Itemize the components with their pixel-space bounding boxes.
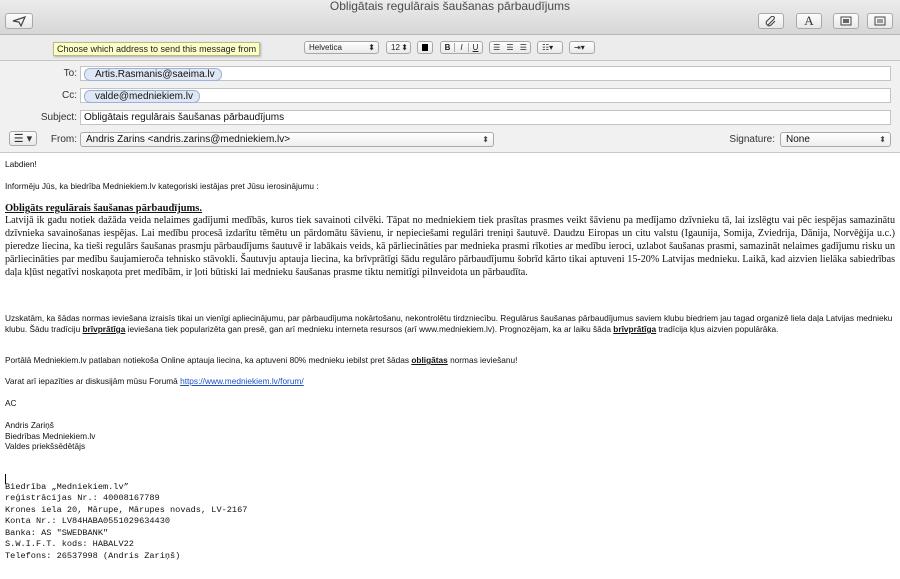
window-title: Obligātais regulārais šaušanas pārbaudīj… <box>329 0 571 13</box>
footer-line: Banka: AS "SWEDBANK" <box>5 528 109 538</box>
cc-field[interactable]: valde@medniekiem.lv <box>80 88 891 103</box>
header-options-button[interactable]: ☰ ▾ <box>9 131 37 146</box>
style-buttons: B I U <box>440 41 483 54</box>
send-icon <box>12 15 26 27</box>
chevron-updown-icon: ⬍ <box>482 135 489 144</box>
font-family-select[interactable]: Helvetica ⬍ <box>304 41 379 54</box>
p2-text-e: tradīcija kļus aizvien populārāka. <box>656 324 779 334</box>
stationery-button[interactable] <box>867 13 893 29</box>
indent-icon: ⇥▾ <box>574 43 585 52</box>
fonts-button[interactable]: A <box>796 13 822 29</box>
signature-select[interactable]: None ⬍ <box>780 132 891 147</box>
cc-token[interactable]: valde@medniekiem.lv <box>84 90 200 103</box>
p2-emph-2: brīvprātīga <box>613 324 657 334</box>
footer-line: Telefons: 26537998 (Andris Zariņš) <box>5 551 181 561</box>
signature-value: None <box>786 134 810 145</box>
photo-icon <box>840 16 852 26</box>
paperclip-icon <box>765 15 776 26</box>
closing: AC <box>5 398 17 408</box>
forum-text: Varat arī iepazīties ar diskusijām mūsu … <box>5 376 181 386</box>
p3-emph: obligātas <box>411 355 448 365</box>
message-header: To: Artis.Rasmanis@saeima.lv Cc: valde@m… <box>0 61 900 153</box>
template-icon <box>874 16 886 26</box>
align-center-icon[interactable]: ☰ <box>506 43 513 52</box>
chevron-updown-icon: ⬍ <box>368 43 375 52</box>
attach-button[interactable] <box>758 13 784 29</box>
menu-icon: ☰ ▾ <box>13 133 33 145</box>
list-icon: ☷▾ <box>542 43 554 52</box>
signature-role: Valdes priekšsēdētājs <box>5 441 86 451</box>
quoted-heading: Obligāts regulārais šaušanas pārbaudījum… <box>5 203 203 214</box>
chevron-updown-icon: ⬍ <box>879 135 886 144</box>
italic-button[interactable]: I <box>454 43 468 52</box>
footer-line: reģistrācijas Nr.: 40008167789 <box>5 493 160 503</box>
quoted-paragraph: Latvijā ik gadu notiek dažāda veida nela… <box>5 215 895 278</box>
font-size-select[interactable]: 12 ⬍ <box>386 41 411 54</box>
align-right-icon[interactable]: ☰ <box>520 43 527 52</box>
p2-text-c: ieviešana tiek popularizēta gan presē, g… <box>125 324 614 334</box>
p3-text-c: normas ieviešanu! <box>447 355 518 365</box>
footer-line: Krones iela 20, Mārupe, Mārupes novads, … <box>5 505 248 515</box>
paragraph-objection: Uzskatām, ka šādas normas ieviešana izra… <box>5 313 895 335</box>
list-button[interactable]: ☷▾ <box>537 41 563 54</box>
font-family-value: Helvetica <box>309 43 342 52</box>
text-color-button[interactable] <box>417 41 433 54</box>
intro-line: Informēju Jūs, ka biedrība Medniekiem.lv… <box>5 181 319 191</box>
footer-line: Biedrība „Medniekiem.lv” <box>5 482 129 492</box>
chevron-updown-icon: ⬍ <box>401 43 408 52</box>
tooltip: Choose which address to send this messag… <box>53 42 261 56</box>
p2-emph-1: brīvprātīga <box>82 324 126 334</box>
alignment-buttons: ☰ ☰ ☰ <box>489 41 531 54</box>
footer-line: S.W.I.F.T. kods: HABALV22 <box>5 539 134 549</box>
from-value: Andris Zarins <andris.zarins@medniekiem.… <box>86 134 291 145</box>
to-label: To: <box>63 68 77 79</box>
footer-line: Konta Nr.: LV84HABA0551029634430 <box>5 516 171 526</box>
forum-link[interactable]: https://www.medniekiem.lv/forum/ <box>180 376 304 386</box>
recipient-token[interactable]: Artis.Rasmanis@saeima.lv <box>84 68 222 81</box>
photo-browser-button[interactable] <box>833 13 859 29</box>
bold-button[interactable]: B <box>441 43 454 52</box>
signature-label: Signature: <box>729 134 775 145</box>
text-cursor <box>5 474 6 484</box>
color-swatch-icon <box>422 44 428 51</box>
from-select[interactable]: Andris Zarins <andris.zarins@medniekiem.… <box>80 132 494 147</box>
align-left-icon[interactable]: ☰ <box>493 43 500 52</box>
from-label: From: <box>50 134 77 145</box>
greeting: Labdien! <box>5 159 37 169</box>
cc-label: Cc: <box>62 90 77 101</box>
p3-text-a: Portālā Medniekiem.lv patlaban notiekoša… <box>5 355 412 365</box>
paragraph-survey: Portālā Medniekiem.lv patlaban notiekoša… <box>5 355 895 366</box>
underline-button[interactable]: U <box>468 43 482 52</box>
indent-button[interactable]: ⇥▾ <box>569 41 595 54</box>
paragraph-forum: Varat arī iepazīties ar diskusijām mūsu … <box>5 376 895 387</box>
signature-name: Andris Zariņš <box>5 420 54 430</box>
font-size-value: 12 <box>391 43 400 52</box>
window-titlebar: Obligātais regulārais šaušanas pārbaudīj… <box>0 0 900 35</box>
subject-label: Subject: <box>40 112 77 123</box>
to-field[interactable]: Artis.Rasmanis@saeima.lv <box>80 66 891 81</box>
send-button[interactable] <box>5 13 33 29</box>
subject-field[interactable]: Obligātais regulārais šaušanas pārbaudīj… <box>80 110 891 125</box>
